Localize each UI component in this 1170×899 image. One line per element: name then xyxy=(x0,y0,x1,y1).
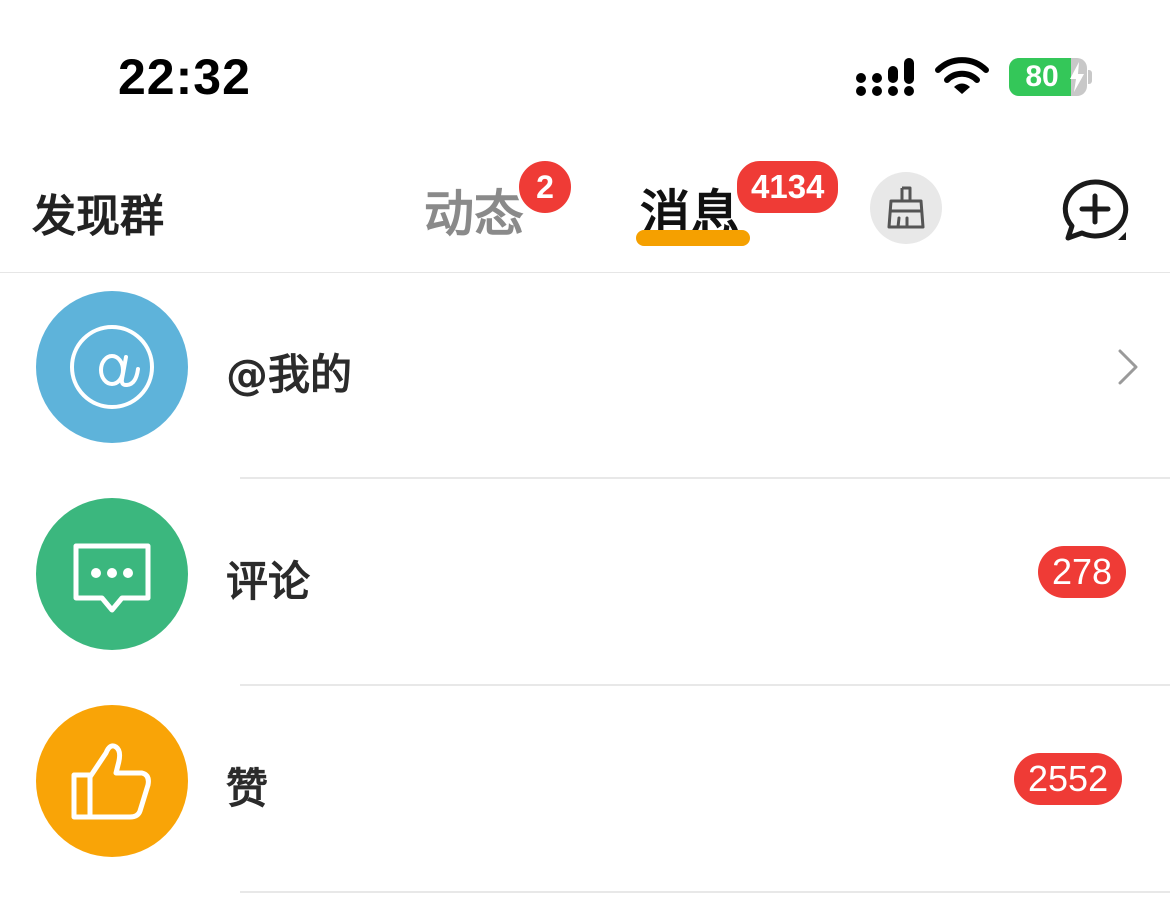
clear-unread-button[interactable] xyxy=(870,172,942,244)
at-icon xyxy=(36,291,188,443)
thumbs-up-icon xyxy=(36,705,188,857)
list-item-label: @我的 xyxy=(226,350,353,399)
cellular-signal-icon xyxy=(856,58,914,96)
row-divider xyxy=(240,477,1170,479)
status-time: 22:32 xyxy=(118,49,251,105)
likes-count-badge: 2552 xyxy=(1014,753,1123,805)
list-item-comments[interactable]: 评论 278 xyxy=(0,480,1170,686)
wifi-icon xyxy=(935,57,989,94)
list-item-mentions[interactable]: @我的 xyxy=(0,273,1170,479)
list-item-likes[interactable]: 赞 2552 xyxy=(0,687,1170,893)
feed-unread-badge: 2 xyxy=(516,158,574,216)
battery-cap xyxy=(1088,70,1092,84)
status-bar: 22:32 80 xyxy=(0,0,1170,150)
battery-charging-icon: 80 xyxy=(1009,58,1087,96)
comments-count-badge: 278 xyxy=(1038,546,1127,598)
chevron-right-icon xyxy=(1118,349,1138,385)
row-divider xyxy=(240,891,1170,893)
likes-avatar xyxy=(36,705,188,857)
mentions-avatar xyxy=(36,291,188,443)
broom-icon xyxy=(887,186,925,229)
chat-add-icon[interactable] xyxy=(1060,178,1130,244)
comment-dots-icon xyxy=(36,498,188,650)
active-tab-indicator xyxy=(636,230,750,246)
comments-avatar xyxy=(36,498,188,650)
row-divider xyxy=(240,684,1170,686)
battery-percent: 80 xyxy=(1025,60,1059,93)
messages-screen: 22:32 80 发现群 动态 2 消息 4134 @我的 评论 278 赞 2… xyxy=(0,0,1170,899)
discover-groups-button[interactable]: 发现群 xyxy=(32,180,164,244)
list-item-label: 赞 xyxy=(226,764,269,813)
top-nav: 发现群 动态 2 消息 4134 xyxy=(0,150,1170,273)
charging-bolt-icon xyxy=(1070,62,1084,92)
list-item-label: 评论 xyxy=(226,557,311,606)
messages-unread-badge: 4134 xyxy=(734,158,842,216)
tab-feed[interactable]: 动态 xyxy=(424,174,524,246)
